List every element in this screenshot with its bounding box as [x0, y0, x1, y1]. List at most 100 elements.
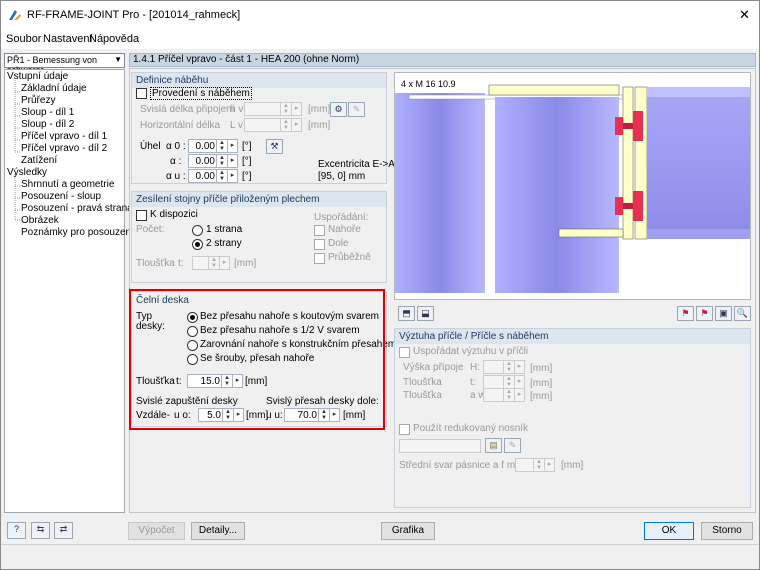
chevron-down-icon: ▼	[114, 55, 122, 64]
reinf-t-input[interactable]: ▲ ▼ ▸	[483, 375, 525, 389]
status-bar	[1, 544, 759, 569]
tree-item-loads[interactable]: Zatížení	[21, 155, 57, 166]
tree-item-image[interactable]: Obrázek	[21, 215, 59, 226]
stiff-thickness-label: Tloušťka	[136, 258, 175, 269]
close-icon[interactable]: ✕	[739, 7, 750, 23]
tree-item-notes[interactable]: Poznámky pro posouzení	[21, 227, 134, 238]
a-symbol: α :	[170, 156, 182, 167]
lv-input[interactable]: ▲ ▼ ▸	[244, 118, 302, 132]
eccentricity-value: [95, 0] mm	[318, 171, 366, 182]
tree-root-input[interactable]: Vstupní údaje	[7, 71, 68, 82]
top-plate-shape	[488, 84, 620, 96]
column-web-shape	[495, 97, 619, 293]
aw-input[interactable]: ▲ ▼ ▸	[483, 388, 525, 402]
au-value: 0.00	[195, 171, 215, 182]
tree-item-basic[interactable]: Základní údaje	[21, 83, 87, 94]
a0-input[interactable]: 0.00 ▲ ▼ ▸	[188, 139, 238, 153]
tree-item-summary[interactable]: Shrnnutí a geometrie	[21, 179, 114, 190]
angle-pick-icon[interactable]: ⚒	[266, 139, 283, 154]
view-side-icon[interactable]: ⬓	[417, 306, 434, 321]
tree-item-beam-right-2[interactable]: Příčel vpravo - díl 2	[21, 143, 107, 154]
stiffener-checkbox[interactable]	[136, 210, 147, 221]
navigator-tree: Vstupní údaje Základní údaje Průřezy Slo…	[4, 69, 134, 513]
graphic-tool-1-icon[interactable]: ⚑	[677, 306, 694, 321]
flange-weld-label: Střední svar pásnice a f m:	[399, 460, 518, 471]
h-input[interactable]: ▲ ▼ ▸	[483, 360, 525, 374]
edit-beam-icon[interactable]: ✎	[504, 438, 521, 453]
reinf-t-symbol: t:	[470, 377, 476, 388]
stiff-unit: [mm]	[234, 258, 257, 269]
top-checkbox[interactable]	[314, 225, 325, 236]
beam-shape	[647, 87, 750, 239]
help-icon[interactable]: ?	[7, 522, 26, 539]
a-input[interactable]: 0.00 ▲ ▼ ▸	[188, 154, 238, 168]
reinf-t-unit: [mm]	[530, 378, 553, 389]
a0-value: 0.00	[195, 141, 215, 152]
page-title-bar: 1.4.1 Příčel vpravo - část 1 - HEA 200 (…	[129, 53, 756, 67]
two-sides-radio[interactable]	[192, 239, 203, 250]
reinforcement-group: Výztuha příčle / Příčle s náběhem Uspořá…	[394, 328, 751, 508]
bottom-label: Dole	[328, 238, 349, 249]
menu-nastaveni[interactable]: Nastavení	[43, 33, 93, 45]
cancel-button[interactable]: Storno	[701, 522, 753, 540]
reinforcement-checkbox[interactable]	[399, 347, 410, 358]
page-title: 1.4.1 Příčel vpravo - část 1 - HEA 200 (…	[133, 54, 360, 65]
calculate-button[interactable]: Výpočet	[128, 522, 185, 540]
haunch-check-label: Provedení s náběhem	[150, 87, 252, 100]
tree-item-design-column[interactable]: Posouzení - sloup	[21, 191, 101, 202]
highlight-frame	[129, 289, 385, 430]
import-icon[interactable]: ⇆	[31, 522, 50, 539]
application-window: RF-FRAME-JOINT Pro - [201014_rahmeck] ✕ …	[0, 0, 760, 570]
details-button[interactable]: Detaily...	[191, 522, 245, 540]
title-bar: RF-FRAME-JOINT Pro - [201014_rahmeck] ✕	[1, 1, 759, 29]
haunch-checkbox[interactable]	[136, 88, 147, 99]
h-unit: [mm]	[530, 363, 553, 374]
stiffener-check-label: K dispozici	[150, 209, 198, 220]
continuous-checkbox[interactable]	[314, 253, 325, 264]
menu-soubor[interactable]: Soubor	[6, 33, 41, 45]
one-side-radio[interactable]	[192, 225, 203, 236]
view-front-icon[interactable]: ⬒	[398, 306, 415, 321]
graphic-tool-2-icon[interactable]: ⚑	[696, 306, 713, 321]
graphic-tool-3-icon[interactable]: ▣	[715, 306, 732, 321]
angle-label: Úhel	[140, 141, 161, 152]
a-value: 0.00	[195, 156, 215, 167]
menu-bar: Soubor Nastavení Nápověda	[1, 29, 759, 49]
top-label: Nahoře	[328, 224, 361, 235]
haunch-settings-icon[interactable]: ⚙	[330, 102, 347, 117]
case-select[interactable]: PŘ1 - Bemessung von schwerer ▼	[4, 53, 125, 75]
bottom-checkbox[interactable]	[314, 239, 325, 250]
graphics-button[interactable]: Grafika	[381, 522, 435, 540]
flange-weld-unit: [mm]	[561, 460, 584, 471]
ok-button[interactable]: OK	[644, 522, 694, 540]
reduced-beam-checkbox[interactable]	[399, 424, 410, 435]
reduced-beam-select[interactable]	[399, 439, 481, 453]
haunch-edit-icon[interactable]: ✎	[348, 102, 365, 117]
reduced-beam-label: Použít redukovaný nosník	[413, 423, 529, 434]
continuous-label: Průběžně	[328, 252, 371, 263]
tree-item-design-right[interactable]: Posouzení - pravá strana	[21, 203, 133, 214]
app-icon	[8, 8, 22, 22]
tree-root-results[interactable]: Výsledky	[7, 167, 47, 178]
window-title: RF-FRAME-JOINT Pro - [201014_rahmeck]	[27, 9, 241, 21]
arrangement-label: Uspořádání:	[314, 212, 369, 223]
export-icon[interactable]: ⇄	[54, 522, 73, 539]
tree-item-sections[interactable]: Průřezy	[21, 95, 55, 106]
stiffener-group: Zesílení stojny příčle přiloženým pleche…	[131, 191, 387, 283]
tree-item-column-2[interactable]: Sloup - díl 2	[21, 119, 74, 130]
one-side-label: 1 strana	[206, 224, 243, 235]
tree-item-column-1[interactable]: Sloup - díl 1	[21, 107, 74, 118]
library-icon[interactable]: ▤	[485, 438, 502, 453]
flange-weld-input[interactable]: ▲ ▼ ▸	[515, 458, 555, 472]
menu-napoveda[interactable]: Nápověda	[89, 33, 139, 45]
stiffener-title: Zesílení stojny příčle přiloženým pleche…	[132, 192, 386, 207]
reinforcement-title: Výztuha příčle / Příčle s náběhem	[395, 329, 750, 344]
zoom-icon[interactable]: 🔍	[734, 306, 751, 321]
tree-item-beam-right-1[interactable]: Příčel vpravo - díl 1	[21, 131, 107, 142]
horiz-length-label: Horizontální délka	[140, 120, 221, 131]
stiff-thickness-input[interactable]: ▲ ▼ ▸	[192, 256, 230, 270]
au-input[interactable]: 0.00 ▲ ▼ ▸	[188, 169, 238, 183]
haunch-group: Definice náběhu Provedení s náběhem Svis…	[131, 72, 395, 184]
hv-input[interactable]: ▲ ▼ ▸	[244, 102, 302, 116]
graphic-panel: 4 x M 16 10.9	[394, 72, 751, 300]
